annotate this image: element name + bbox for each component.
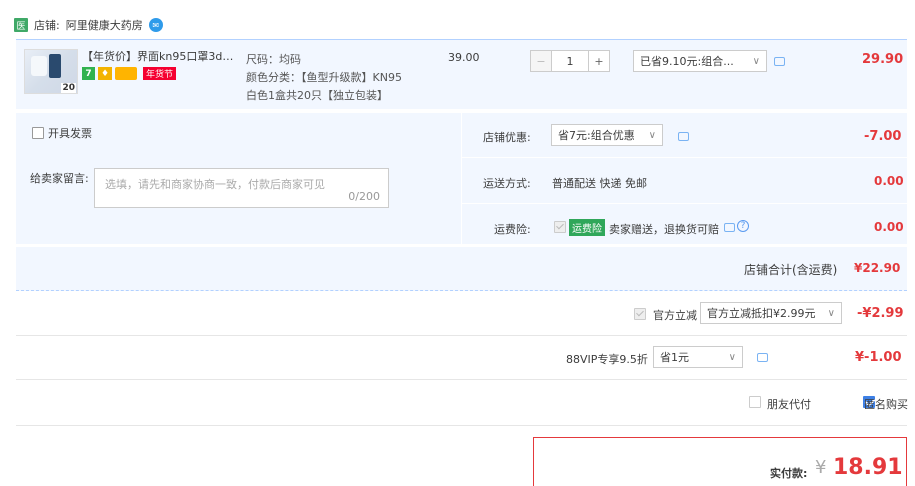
chevron-down-icon: ∨ xyxy=(728,351,736,363)
vip-discount-select[interactable]: 省1元 ∨ xyxy=(653,346,743,368)
payment-currency: ¥ xyxy=(815,457,827,478)
row-divider xyxy=(16,379,907,380)
item-line-total: 29.90 xyxy=(862,52,904,67)
insurance-label: 运费险: xyxy=(494,223,531,236)
shipping-label: 运送方式: xyxy=(483,177,531,190)
shop-discount-select[interactable]: 省7元:组合优惠 ∨ xyxy=(551,124,663,146)
seller-message-input[interactable]: 选填，请先和商家协商一致，付款后商家可见 0/200 xyxy=(94,168,389,208)
friend-pay-label: 朋友代付 xyxy=(767,398,811,411)
shop-discount-value: -7.00 xyxy=(864,129,902,144)
chevron-down-icon: ∨ xyxy=(752,55,760,67)
insurance-checkbox xyxy=(554,221,566,233)
official-discount-checkbox xyxy=(634,308,646,320)
chevron-down-icon: ∨ xyxy=(648,129,656,141)
message-label: 给卖家留言: xyxy=(30,172,89,185)
shipping-fee: 0.00 xyxy=(874,174,904,188)
payment-label: 实付款: xyxy=(770,467,808,480)
quantity-input[interactable]: 1 xyxy=(552,50,588,72)
shop-discount-label: 店铺优惠: xyxy=(483,131,531,144)
vip-info-icon[interactable] xyxy=(757,353,768,362)
sku-info: 尺码：均码 颜色分类：【鱼型升级款】KN95 白色1盒共20只【独立包装】 xyxy=(246,51,402,105)
item-promo-select-value: 已省9.10元:组合... xyxy=(640,55,734,68)
insurance-tag: 运费险 xyxy=(569,219,605,236)
store-medical-icon: 医 xyxy=(14,18,28,32)
invoice-checkbox[interactable] xyxy=(32,127,44,139)
vip-discount-select-value: 省1元 xyxy=(660,351,689,364)
item-promo-select[interactable]: 已省9.10元:组合... ∨ xyxy=(633,50,767,72)
panel-divider xyxy=(461,113,462,244)
payment-summary-box: 实付款: ¥ 18.91 xyxy=(533,437,907,486)
sku-color: 颜色分类：【鱼型升级款】KN95 xyxy=(246,71,402,84)
store-header: 医 店铺: 阿里健康大药房 ✉ xyxy=(14,14,163,36)
row-divider xyxy=(16,425,907,426)
vip-discount-label: 88VIP专享9.5折 xyxy=(566,353,648,366)
anonymous-label: 匿名购买 xyxy=(864,398,908,411)
cart-item-row: 20 【年货价】界面kn95口罩3d立... 7 ♦ 年货节 尺码：均码 颜色分… xyxy=(16,39,907,109)
official-discount-select[interactable]: 官方立减抵扣¥2.99元 ∨ xyxy=(700,302,842,324)
friend-pay-checkbox[interactable] xyxy=(749,396,761,408)
credit-card-icon xyxy=(115,67,137,80)
row-divider xyxy=(16,335,907,336)
new-year-festival-badge: 年货节 xyxy=(143,67,177,80)
product-title-link[interactable]: 【年货价】界面kn95口罩3d立... xyxy=(82,48,242,64)
shop-total-row: 店铺合计(含运费) ¥22.90 xyxy=(16,247,907,291)
panel-divider xyxy=(462,203,907,204)
promo-info-icon[interactable] xyxy=(774,57,785,66)
product-thumbnail[interactable]: 20 xyxy=(24,49,78,94)
store-name-link[interactable]: 阿里健康大药房 xyxy=(66,17,143,33)
quantity-decrease-button[interactable]: − xyxy=(530,50,552,72)
message-placeholder: 选填，请先和商家协商一致，付款后商家可见 xyxy=(105,178,325,191)
seven-day-return-icon: 7 xyxy=(82,67,95,80)
quantity-stepper: − 1 + xyxy=(530,50,610,72)
insurance-fee: 0.00 xyxy=(874,220,904,234)
thumbnail-count-label: 20 xyxy=(61,83,76,93)
order-options-panel: 开具发票 给卖家留言: 选填，请先和商家协商一致，付款后商家可见 0/200 店… xyxy=(16,113,907,244)
sku-size: 尺码：均码 xyxy=(246,53,301,66)
official-discount-select-value: 官方立减抵扣¥2.99元 xyxy=(707,307,816,320)
shipping-method: 普通配送 快递 免邮 xyxy=(552,177,647,190)
chevron-down-icon: ∨ xyxy=(827,307,835,319)
shop-discount-info-icon[interactable] xyxy=(678,132,689,141)
quantity-increase-button[interactable]: + xyxy=(588,50,610,72)
shop-total-label: 店铺合计(含运费) xyxy=(744,263,838,277)
payment-amount: 18.91 xyxy=(833,455,903,480)
invoice-option[interactable]: 开具发票 xyxy=(32,125,92,141)
store-label: 店铺: xyxy=(34,19,60,32)
shop-discount-select-value: 省7元:组合优惠 xyxy=(558,129,635,142)
insurance-chat-icon[interactable] xyxy=(724,223,735,232)
panel-divider xyxy=(462,157,907,158)
insurance-description: 卖家赠送，退换货可赔 xyxy=(609,223,719,236)
product-badges: 7 ♦ 年货节 xyxy=(82,67,177,80)
sku-color-detail: 白色1盒共20只【独立包装】 xyxy=(246,89,388,102)
wangwang-chat-icon[interactable]: ✉ xyxy=(148,18,163,32)
unit-price: 39.00 xyxy=(448,51,480,64)
message-char-count: 0/200 xyxy=(348,190,380,203)
official-discount-label: 官方立减 xyxy=(653,309,697,322)
shop-total-value: ¥22.90 xyxy=(854,261,901,275)
help-question-icon[interactable]: ? xyxy=(737,220,749,232)
vip-discount-value: ¥-1.00 xyxy=(855,350,902,365)
official-discount-value: -¥2.99 xyxy=(857,306,904,321)
invoice-label: 开具发票 xyxy=(48,127,92,140)
guarantee-icon: ♦ xyxy=(98,67,112,80)
